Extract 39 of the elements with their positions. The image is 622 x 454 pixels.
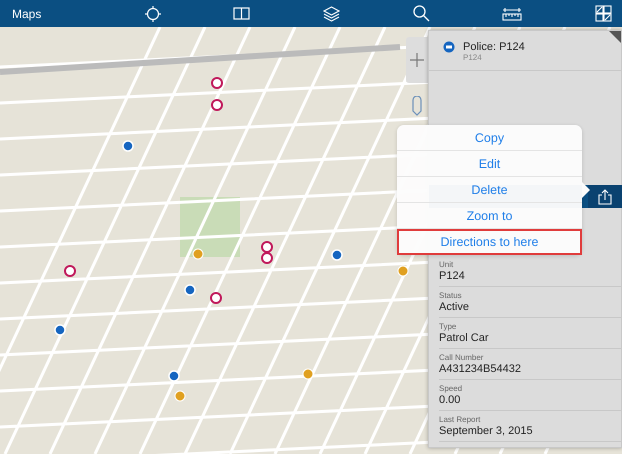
menu-item[interactable]: Edit <box>397 151 582 177</box>
feature-title: Police: P124 <box>463 41 525 53</box>
menu-item[interactable]: Delete <box>397 177 582 203</box>
field-value: September 3, 2015 <box>439 425 533 437</box>
menu-item[interactable]: Zoom to <box>397 203 582 229</box>
field-label: Status <box>439 291 462 300</box>
zoom-in-button[interactable] <box>406 37 428 83</box>
police-icon <box>443 41 455 53</box>
locate-button[interactable] <box>144 6 161 22</box>
field-label: Speed <box>439 384 462 393</box>
measure-button[interactable] <box>502 6 522 20</box>
field-value: Active <box>439 301 469 313</box>
toolbar-title: Maps <box>12 6 42 20</box>
basemap-button[interactable] <box>594 5 612 22</box>
feature-subtitle: P124 <box>463 53 483 62</box>
layers-icon <box>322 6 340 22</box>
field-value: A431234B54432 <box>439 363 521 375</box>
basemap-grid-icon <box>594 5 612 22</box>
ruler-icon <box>502 6 522 20</box>
locate-icon <box>144 6 161 22</box>
plus-icon <box>410 53 424 67</box>
menu-item[interactable]: Directions to here <box>397 229 582 255</box>
share-button[interactable] <box>588 185 622 208</box>
share-icon <box>598 188 612 204</box>
field-label: Type <box>439 322 456 331</box>
book-icon <box>233 7 250 20</box>
book-button[interactable] <box>233 7 250 20</box>
corner-mark <box>609 31 621 43</box>
field-label: Unit <box>439 260 454 269</box>
layers-button[interactable] <box>322 6 340 22</box>
field-value: Patrol Car <box>439 332 489 344</box>
search-button[interactable] <box>412 5 430 22</box>
field-value: 0.00 <box>439 394 460 406</box>
field-value: P124 <box>439 270 465 282</box>
pin-icon <box>412 96 422 116</box>
menu-item[interactable]: Copy <box>397 125 582 151</box>
search-icon <box>412 5 430 22</box>
field-label: Call Number <box>439 353 484 362</box>
field-label: Last Report <box>439 415 480 424</box>
